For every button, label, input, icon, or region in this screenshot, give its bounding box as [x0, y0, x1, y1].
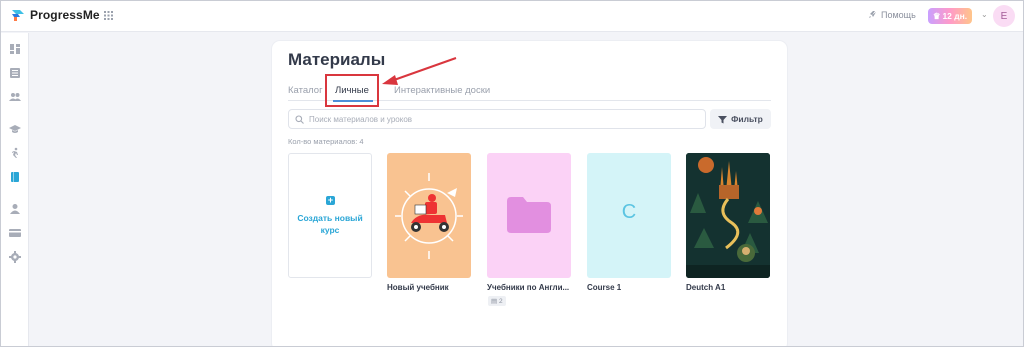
dashboard-icon[interactable] [9, 43, 21, 55]
materials-count: Кол-во материалов: 4 [288, 137, 364, 146]
app-name: ProgressMe [30, 8, 100, 22]
plus-icon: + [326, 195, 335, 205]
sidebar [1, 33, 29, 346]
materials-card: Материалы Каталог Личные Интерактивные д… [272, 41, 787, 346]
settings-gear-icon[interactable] [9, 251, 21, 263]
search-icon [295, 115, 304, 124]
tab-interactive-boards[interactable]: Интерактивные доски [394, 85, 490, 96]
logo[interactable]: ProgressMe [11, 8, 100, 22]
payment-card-icon[interactable] [9, 227, 21, 239]
help-label: Помощь [881, 10, 916, 20]
create-course-label: Создать новый курс [289, 212, 371, 236]
lesson-count: 2 [498, 298, 503, 305]
material-title[interactable]: Учебники по Англи... [487, 283, 573, 292]
highlight-box [325, 74, 379, 107]
create-course-label-line1: Создать новый [297, 213, 363, 223]
folder-icon [507, 197, 551, 233]
material-tile-english-textbooks[interactable] [487, 153, 571, 278]
logo-icon [12, 10, 24, 21]
running-icon[interactable] [9, 147, 21, 159]
trial-badge[interactable]: ♛ 12 дн. [928, 8, 972, 24]
search-input[interactable]: Поиск материалов и уроков [288, 109, 706, 129]
material-title[interactable]: Course 1 [587, 283, 673, 292]
material-tile-course-1[interactable]: C [587, 153, 671, 278]
tab-catalog[interactable]: Каталог [288, 85, 323, 96]
page-title: Материалы [288, 50, 386, 69]
filter-label: Фильтр [731, 114, 763, 124]
profile-icon[interactable] [9, 203, 21, 215]
graduation-cap-icon[interactable] [9, 123, 21, 135]
filter-icon [718, 115, 728, 123]
students-icon[interactable] [9, 91, 21, 103]
list-icon[interactable] [9, 67, 21, 79]
apps-grid-icon[interactable] [104, 11, 113, 20]
create-course-label-line2: курс [320, 225, 340, 235]
material-title[interactable]: Новый учебник [387, 283, 473, 292]
filter-button[interactable]: Фильтр [710, 109, 771, 129]
chevron-down-icon[interactable]: ⌄ [981, 10, 988, 19]
fantasy-illustration [686, 153, 770, 278]
crown-icon: ♛ [932, 10, 941, 21]
book-icon[interactable] [9, 171, 21, 183]
course-letter: C [621, 201, 637, 223]
avatar[interactable]: E [993, 5, 1015, 27]
material-title[interactable]: Deutch A1 [686, 283, 772, 292]
material-tile-new-textbook[interactable] [387, 153, 471, 278]
top-bar: ProgressMe Помощь ♛ 12 дн. ⌄ E [1, 1, 1023, 32]
app-window: ProgressMe Помощь ♛ 12 дн. ⌄ E Материалы… [0, 0, 1024, 347]
material-tile-deutch-a1[interactable] [686, 153, 770, 278]
scooter-illustration [395, 173, 463, 259]
document-icon: ▤ [491, 298, 498, 305]
lesson-count-badge: ▤ 2 [488, 296, 506, 306]
create-course-button[interactable]: + Создать новый курс [288, 153, 372, 278]
trial-days: 12 дн. [942, 11, 968, 21]
help-link[interactable]: Помощь [867, 10, 916, 20]
search-placeholder: Поиск материалов и уроков [309, 115, 413, 124]
rocket-icon [869, 11, 876, 18]
